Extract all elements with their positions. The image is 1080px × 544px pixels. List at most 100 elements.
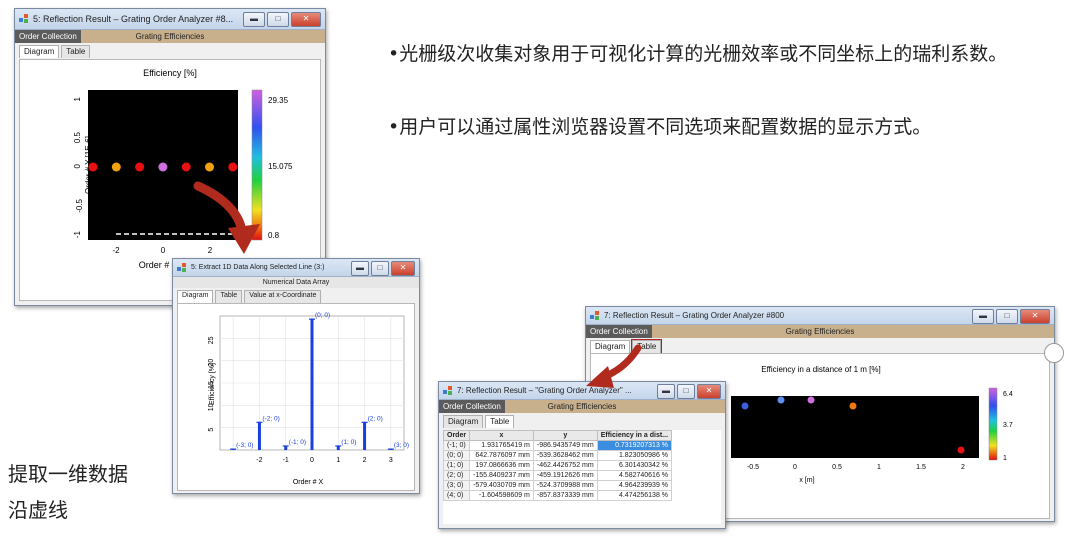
table-cell[interactable]: (-1; 0) bbox=[443, 440, 471, 451]
x-tick: 1 bbox=[877, 464, 881, 471]
table-cell[interactable]: 642.7876097 mm bbox=[469, 450, 534, 461]
table-cell[interactable]: (3; 0) bbox=[443, 480, 471, 491]
table-cell[interactable]: (4; 0) bbox=[443, 490, 471, 501]
colorbar-max: 6.4 bbox=[1003, 391, 1013, 398]
minimize-button[interactable]: ▬ bbox=[972, 309, 994, 324]
window-title: 7: Reflection Result – Grating Order Ana… bbox=[604, 311, 785, 320]
y-tick: 0.5 bbox=[73, 131, 82, 143]
maximize-button[interactable]: □ bbox=[677, 384, 695, 399]
table-cell[interactable]: -579.4030709 mm bbox=[469, 480, 534, 491]
window-title: 5: Extract 1D Data Along Selected Line (… bbox=[191, 264, 325, 271]
tab-bar: Diagram Table bbox=[15, 43, 325, 58]
maximize-button[interactable]: □ bbox=[267, 12, 289, 27]
close-button[interactable]: ✕ bbox=[291, 12, 321, 27]
table-row[interactable]: (4; 0) -1.604598609 m -857.8373339 mm 4.474… bbox=[443, 490, 673, 501]
tab-diagram[interactable]: Diagram bbox=[177, 290, 214, 303]
table-row[interactable]: (2; 0) -155.8409237 mm -459.1912626 mm 4.58… bbox=[443, 470, 673, 481]
order-dot bbox=[88, 162, 98, 172]
table-area: Order x y Efficiency in a dist... (-1; 0) 1.… bbox=[443, 430, 721, 524]
minimize-button[interactable]: ▬ bbox=[351, 261, 369, 276]
column-header[interactable]: x bbox=[469, 430, 534, 441]
minimize-button[interactable]: ▬ bbox=[657, 384, 675, 399]
table-cell[interactable]: -986.9435749 mm bbox=[532, 440, 598, 451]
tab-diagram[interactable]: Diagram bbox=[19, 45, 60, 58]
table-cell[interactable]: 1.931765419 m bbox=[469, 440, 534, 451]
table-row[interactable]: (1; 0) 197.0866636 mm -462.4426752 mm 6.301… bbox=[443, 460, 673, 471]
window-titlebar[interactable]: 7: Reflection Result – Grating Order Ana… bbox=[586, 307, 1054, 325]
table-cell[interactable]: -524.3709988 mm bbox=[532, 480, 598, 491]
order-dot bbox=[158, 162, 168, 172]
table-cell[interactable]: (0; 0) bbox=[443, 450, 471, 461]
colorbar-mid: 15.075 bbox=[268, 162, 293, 171]
table-row[interactable]: (3; 0) -579.4030709 mm -524.3709988 mm 4.96… bbox=[443, 480, 673, 491]
tab-diagram[interactable]: Diagram bbox=[443, 415, 484, 428]
scroll-indicator[interactable] bbox=[1044, 343, 1064, 363]
x-tick: 3 bbox=[389, 457, 393, 464]
table-cell[interactable]: (2; 0) bbox=[443, 470, 471, 481]
order-collection-menu[interactable]: Order Collection bbox=[439, 400, 505, 413]
table-cell[interactable]: -155.8409237 mm bbox=[469, 470, 534, 481]
x-tick: 1.5 bbox=[916, 464, 926, 471]
app-icon bbox=[177, 263, 186, 272]
point-label: (3; 0) bbox=[394, 442, 409, 449]
table-row[interactable]: (-1; 0) 1.931765419 m -986.9435749 mm 0.731… bbox=[443, 440, 673, 451]
table-cell[interactable]: 4.582740616 % bbox=[596, 470, 673, 481]
order-collection-menu[interactable]: Order Collection bbox=[586, 325, 652, 338]
x-tick: -1 bbox=[283, 457, 289, 464]
menu-bar: Grating Efficiencies Order Collection bbox=[586, 325, 1054, 338]
x-tick: 2 bbox=[961, 464, 965, 471]
close-button[interactable]: ✕ bbox=[697, 384, 721, 399]
table-cell[interactable]: 197.0866636 mm bbox=[469, 460, 534, 471]
diagram-area: (-3; 0) (-2; 0) (-1; 0) (0; 0) (1; 0) (2; 0) (… bbox=[177, 303, 415, 491]
order-dot bbox=[807, 396, 815, 404]
table-cell[interactable]: 4.964239939 % bbox=[596, 480, 673, 491]
order-dot bbox=[205, 162, 214, 172]
tab-bar: Diagram Table Value at x-Coordinate bbox=[173, 288, 419, 303]
arrow-head-icon bbox=[228, 224, 260, 254]
point-label: (-3; 0) bbox=[236, 442, 253, 449]
tab-value-at-x[interactable]: Value at x-Coordinate bbox=[244, 290, 322, 303]
table-row[interactable]: (0; 0) 642.7876097 mm -539.3628462 mm 1.823… bbox=[443, 450, 673, 461]
maximize-button[interactable]: □ bbox=[371, 261, 389, 276]
x-tick: -2 bbox=[256, 457, 262, 464]
table-cell[interactable]: (1; 0) bbox=[443, 460, 471, 471]
table-cell[interactable]: -857.8373339 mm bbox=[532, 490, 598, 501]
menu-title: Grating Efficiencies bbox=[785, 327, 855, 336]
column-header[interactable]: y bbox=[532, 430, 598, 441]
bullet-2-text: •用户可以通过属性浏览器设置不同选项来配置数据的显示方式。 bbox=[388, 116, 932, 138]
table-cell[interactable]: 1.823050986 % bbox=[596, 450, 673, 461]
close-button[interactable]: ✕ bbox=[1020, 309, 1050, 324]
table-header-row: Order x y Efficiency in a dist... bbox=[443, 430, 673, 441]
table-cell[interactable]: -1.604598609 m bbox=[469, 490, 534, 501]
minimize-button[interactable]: ▬ bbox=[243, 12, 265, 27]
tab-table[interactable]: Table bbox=[215, 290, 243, 303]
table-cell[interactable]: 6.301430342 % bbox=[596, 460, 673, 471]
table-cell[interactable]: 4.474256138 % bbox=[596, 490, 673, 501]
arrow-shaft bbox=[193, 181, 247, 237]
x-tick: -0.5 bbox=[747, 464, 759, 471]
table-cell[interactable]: -459.1912626 mm bbox=[532, 470, 598, 481]
x-axis-label: x [m] bbox=[799, 477, 814, 484]
tab-table[interactable]: Table bbox=[61, 45, 91, 58]
reflection-result-table-window: 7: Reflection Result – "Grating Order An… bbox=[438, 381, 726, 529]
point-label: (-2; 0) bbox=[262, 415, 279, 422]
window-titlebar[interactable]: 5: Extract 1D Data Along Selected Line (… bbox=[173, 259, 419, 277]
caption-line-1: 提取一维数据 bbox=[8, 462, 128, 486]
order-dot bbox=[777, 396, 785, 404]
tab-table[interactable]: Table bbox=[485, 415, 515, 428]
table-cell[interactable]: -539.3628462 mm bbox=[532, 450, 598, 461]
table-cell[interactable]: -462.4426752 mm bbox=[532, 460, 598, 471]
menu-bar: Grating Efficiencies Order Collection bbox=[15, 30, 325, 43]
order-collection-menu[interactable]: Order Collection bbox=[15, 30, 81, 43]
table-cell[interactable]: 0.7319207313 % bbox=[596, 440, 673, 451]
window-title: 5: Reflection Result – Grating Order Ana… bbox=[33, 14, 234, 24]
column-header[interactable]: Order bbox=[443, 430, 471, 441]
maximize-button[interactable]: □ bbox=[996, 309, 1018, 324]
caption: 提取一维数据 沿虚线 bbox=[8, 456, 128, 528]
column-header[interactable]: Efficiency in a dist... bbox=[596, 430, 673, 441]
close-button[interactable]: ✕ bbox=[391, 261, 415, 276]
window-titlebar[interactable]: 5: Reflection Result – Grating Order Ana… bbox=[15, 9, 325, 30]
bullet-2: •用户可以通过属性浏览器设置不同选项来配置数据的显示方式。 bbox=[388, 111, 1068, 143]
order-dot bbox=[111, 162, 121, 172]
colorbar-min: 1 bbox=[1003, 455, 1007, 462]
